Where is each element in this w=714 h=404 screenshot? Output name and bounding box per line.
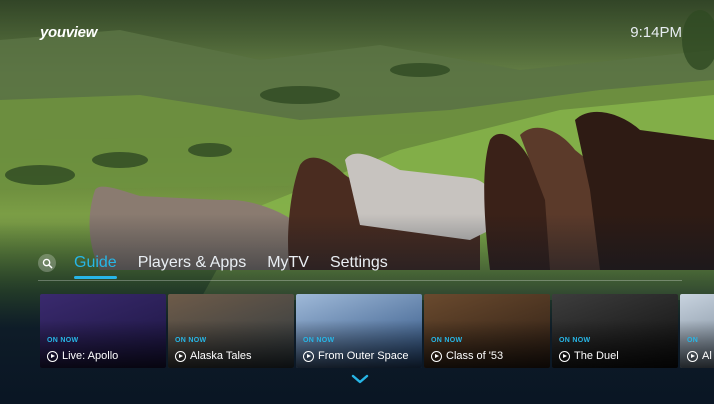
on-now-badge: ON xyxy=(687,337,699,344)
programme-tile[interactable]: ON NOW Alaska Tales xyxy=(168,294,294,368)
on-now-badge: ON NOW xyxy=(559,337,591,344)
menu-item-guide[interactable]: Guide xyxy=(74,254,117,279)
programme-tile[interactable]: ON NOW Class of '53 xyxy=(424,294,550,368)
on-now-badge: ON NOW xyxy=(175,337,207,344)
on-now-badge: ON NOW xyxy=(47,337,79,344)
menu-divider xyxy=(38,280,682,281)
play-icon xyxy=(559,350,570,362)
play-icon xyxy=(175,350,186,362)
programme-tile[interactable]: ON NOW Live: Apollo xyxy=(40,294,166,368)
tile-title: Al xyxy=(702,350,712,362)
on-now-rail: ON NOW Live: Apollo ON NOW Alaska Tales … xyxy=(40,294,714,368)
programme-tile[interactable]: ON Al xyxy=(680,294,714,368)
youview-logo: youview xyxy=(40,24,98,41)
tile-title: From Outer Space xyxy=(318,350,409,362)
menu-item-settings[interactable]: Settings xyxy=(330,254,388,272)
menu-item-mytv[interactable]: MyTV xyxy=(267,254,309,272)
menu-item-players-apps[interactable]: Players & Apps xyxy=(138,254,247,272)
clock: 9:14PM xyxy=(630,24,682,41)
on-now-badge: ON NOW xyxy=(431,337,463,344)
play-icon xyxy=(431,350,442,362)
tile-title: Class of '53 xyxy=(446,350,504,362)
tile-title: Live: Apollo xyxy=(62,350,119,362)
play-icon xyxy=(47,350,58,362)
play-icon xyxy=(687,350,698,362)
search-button[interactable] xyxy=(38,254,56,272)
chevron-down-icon[interactable] xyxy=(350,372,370,386)
play-icon xyxy=(303,350,314,362)
tile-title: The Duel xyxy=(574,350,619,362)
tile-title: Alaska Tales xyxy=(190,350,252,362)
main-menu: Guide Players & Apps MyTV Settings xyxy=(38,250,409,279)
programme-tile[interactable]: ON NOW From Outer Space xyxy=(296,294,422,368)
home-screen: youview 9:14PM Guide Players & Apps MyTV… xyxy=(0,0,714,404)
search-icon xyxy=(42,258,52,268)
on-now-badge: ON NOW xyxy=(303,337,335,344)
programme-tile[interactable]: ON NOW The Duel xyxy=(552,294,678,368)
